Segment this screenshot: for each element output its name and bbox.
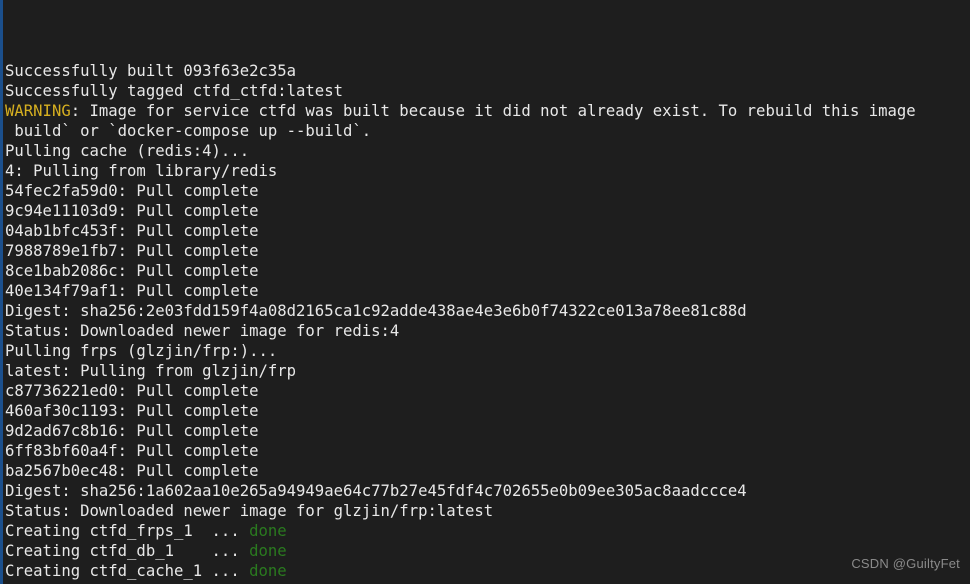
- terminal-line: Digest: sha256:1a602aa10e265a94949ae64c7…: [5, 481, 970, 501]
- terminal-line: 460af30c1193: Pull complete: [5, 401, 970, 421]
- line-text: build` or `docker-compose up --build`.: [5, 122, 372, 140]
- terminal-line: Status: Downloaded newer image for redis…: [5, 321, 970, 341]
- terminal-window[interactable]: Successfully built 093f63e2c35a Successfu…: [0, 0, 970, 584]
- status-done: done: [249, 542, 287, 560]
- line-text: 40e134f79af1: Pull complete: [5, 282, 259, 300]
- line-text: c87736221ed0: Pull complete: [5, 382, 259, 400]
- terminal-line: Pulling frps (glzjin/frp:)...: [5, 341, 970, 361]
- line-text: 8ce1bab2086c: Pull complete: [5, 262, 259, 280]
- window-left-border: [0, 0, 3, 584]
- line-text: Status: Downloaded newer image for glzji…: [5, 502, 494, 520]
- line-text: 7988789e1fb7: Pull complete: [5, 242, 259, 260]
- terminal-line: Digest: sha256:2e03fdd159f4a08d2165ca1c9…: [5, 301, 970, 321]
- terminal-scrollback: Successfully built 093f63e2c35a Successfu…: [5, 61, 970, 584]
- terminal-line: 40e134f79af1: Pull complete: [5, 281, 970, 301]
- line-text: ba2567b0ec48: Pull complete: [5, 462, 259, 480]
- line-text: Pulling cache (redis:4)...: [5, 142, 250, 160]
- terminal-line: Successfully built 093f63e2c35a: [5, 61, 970, 81]
- status-done: done: [249, 562, 287, 580]
- terminal-line: 8ce1bab2086c: Pull complete: [5, 261, 970, 281]
- line-text: 9d2ad67c8b16: Pull complete: [5, 422, 259, 440]
- line-text: : Image for service ctfd was built becau…: [70, 102, 916, 120]
- line-text: Successfully built 093f63e2c35a: [5, 62, 297, 80]
- csdn-watermark: CSDN @GuiltyFet: [851, 556, 960, 571]
- line-text: Digest: sha256:1a602aa10e265a94949ae64c7…: [5, 482, 747, 500]
- terminal-line: 9c94e11103d9: Pull complete: [5, 201, 970, 221]
- terminal-line: build` or `docker-compose up --build`.: [5, 121, 970, 141]
- terminal-line: 6ff83bf60a4f: Pull complete: [5, 441, 970, 461]
- terminal-line: c87736221ed0: Pull complete: [5, 381, 970, 401]
- terminal-line: 9d2ad67c8b16: Pull complete: [5, 421, 970, 441]
- line-text: Pulling frps (glzjin/frp:)...: [5, 342, 278, 360]
- terminal-line: 4: Pulling from library/redis: [5, 161, 970, 181]
- terminal-line: 04ab1bfc453f: Pull complete: [5, 221, 970, 241]
- terminal-line: latest: Pulling from glzjin/frp: [5, 361, 970, 381]
- terminal-line: 54fec2fa59d0: Pull complete: [5, 181, 970, 201]
- line-text: 54fec2fa59d0: Pull complete: [5, 182, 259, 200]
- line-text: Creating ctfd_db_1 ...: [5, 542, 250, 560]
- warning-label: WARNING: [5, 102, 71, 120]
- terminal-output-area[interactable]: Successfully built 093f63e2c35a Successfu…: [5, 1, 970, 584]
- line-text: 6ff83bf60a4f: Pull complete: [5, 442, 259, 460]
- line-text: Status: Downloaded newer image for redis…: [5, 322, 400, 340]
- terminal-line: Status: Downloaded newer image for glzji…: [5, 501, 970, 521]
- line-text: Digest: sha256:2e03fdd159f4a08d2165ca1c9…: [5, 302, 747, 320]
- terminal-line: Creating ctfd_frps_1 ... done: [5, 521, 970, 541]
- terminal-line: 7988789e1fb7: Pull complete: [5, 241, 970, 261]
- terminal-line: ba2567b0ec48: Pull complete: [5, 461, 970, 481]
- terminal-line: Creating ctfd_db_1 ... done: [5, 541, 970, 561]
- terminal-line: Pulling cache (redis:4)...: [5, 141, 970, 161]
- line-text: Successfully tagged ctfd_ctfd:latest: [5, 82, 343, 100]
- terminal-line: WARNING: Image for service ctfd was buil…: [5, 101, 970, 121]
- line-text: 460af30c1193: Pull complete: [5, 402, 259, 420]
- terminal-line: Successfully tagged ctfd_ctfd:latest: [5, 81, 970, 101]
- line-text: Creating ctfd_frps_1 ...: [5, 522, 250, 540]
- line-text: latest: Pulling from glzjin/frp: [5, 362, 297, 380]
- status-done: done: [249, 522, 287, 540]
- line-text: Creating ctfd_cache_1 ...: [5, 562, 250, 580]
- line-text: 4: Pulling from library/redis: [5, 162, 278, 180]
- line-text: 9c94e11103d9: Pull complete: [5, 202, 259, 220]
- terminal-line: Creating ctfd_cache_1 ... done: [5, 561, 970, 581]
- line-text: 04ab1bfc453f: Pull complete: [5, 222, 259, 240]
